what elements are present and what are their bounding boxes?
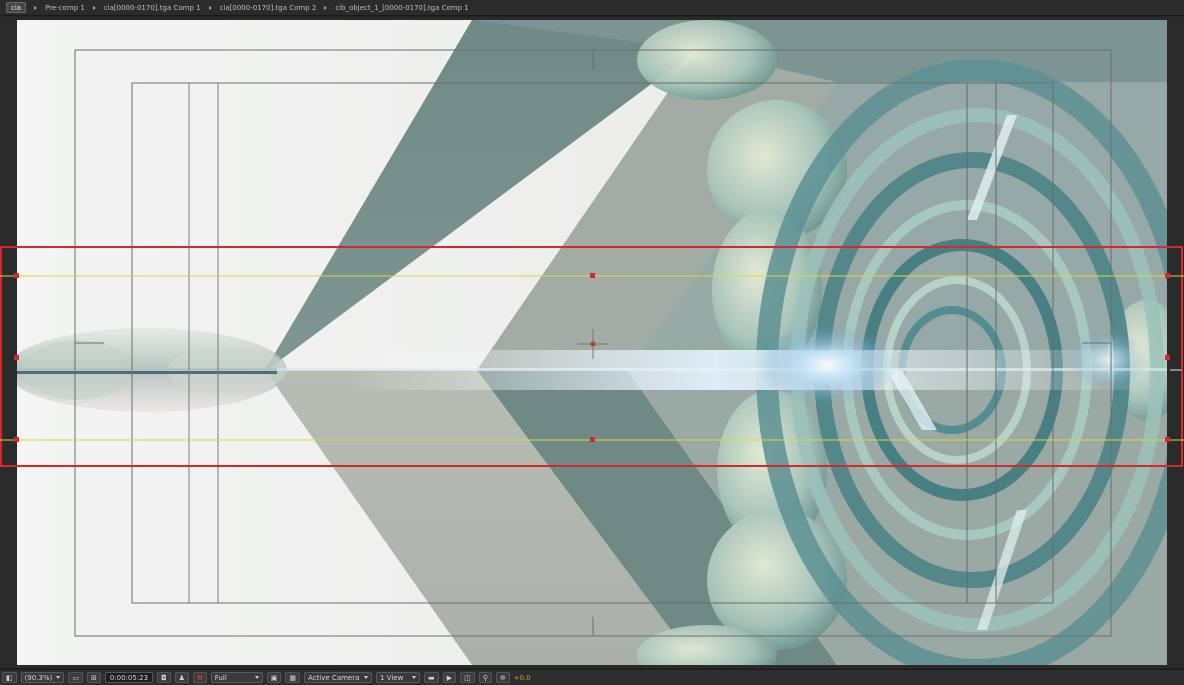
flowchart-icon[interactable]: ⚲ <box>478 672 492 683</box>
fast-previews-icon[interactable]: ▶ <box>442 672 457 683</box>
always-preview-icon[interactable]: ◧ <box>2 672 17 683</box>
crumb-cia-comp-2[interactable]: cia[0000-0170].tga Comp 2 <box>220 4 317 12</box>
crumb-arrow-icon <box>208 5 212 10</box>
magnification-value: (90.3%) <box>24 673 53 682</box>
current-time-display[interactable]: 0:00:05:23 <box>104 672 154 683</box>
rgb-channel-icon[interactable]: ✿ <box>192 672 207 683</box>
crumb-cib-object-comp-1[interactable]: cib_object_1_[0000-0170].tga Comp 1 <box>335 4 468 12</box>
crumb-cia[interactable]: cia <box>6 2 27 13</box>
crumb-cia-comp-1[interactable]: cia[0000-0170].tga Comp 1 <box>104 4 201 12</box>
rendered-frame-image <box>17 20 1167 665</box>
composition-viewer[interactable] <box>0 17 1184 668</box>
timeline-icon[interactable]: ◫ <box>460 672 475 683</box>
magnification-dropdown[interactable]: (90.3%) <box>20 672 65 683</box>
viewer-toolbar: ◧ (90.3%) ▭ ⊞ 0:00:05:23 ◘ ♟ ✿ Full ▣ ▦ … <box>0 669 1184 685</box>
camera-snapshot-icon[interactable]: ◘ <box>157 672 171 683</box>
crumb-arrow-icon <box>92 5 96 10</box>
toggle-pixel-aspect-icon[interactable]: ▬ <box>424 672 439 683</box>
crumb-arrow-icon <box>34 5 38 10</box>
transparency-grid-icon[interactable]: ▦ <box>285 672 301 683</box>
resolution-value: Full <box>214 673 227 682</box>
chevron-down-icon <box>254 676 259 679</box>
camera-view-dropdown[interactable]: Active Camera <box>304 672 373 683</box>
exposure-value[interactable]: +0.0 <box>514 674 531 682</box>
view-layout-value: 1 View <box>380 673 404 682</box>
grid-icon[interactable]: ⊞ <box>86 672 101 683</box>
view-layout-dropdown[interactable]: 1 View <box>376 672 421 683</box>
composition-frame[interactable] <box>17 20 1167 665</box>
region-of-interest-icon[interactable]: ▭ <box>68 672 83 683</box>
resolution-dropdown[interactable]: Full <box>210 672 263 683</box>
show-snapshot-icon[interactable]: ♟ <box>174 672 189 683</box>
crumb-arrow-icon <box>324 5 328 10</box>
region-toggle-icon[interactable]: ▣ <box>266 672 282 683</box>
exposure-icon[interactable]: ✲ <box>495 672 510 683</box>
chevron-down-icon <box>364 676 369 679</box>
composition-navigator: cia Pre-comp 1 cia[0000-0170].tga Comp 1… <box>0 0 1184 16</box>
camera-view-value: Active Camera <box>308 673 360 682</box>
chevron-down-icon <box>56 676 61 679</box>
chevron-down-icon <box>412 676 417 679</box>
crumb-pre-comp-1[interactable]: Pre-comp 1 <box>45 4 85 12</box>
